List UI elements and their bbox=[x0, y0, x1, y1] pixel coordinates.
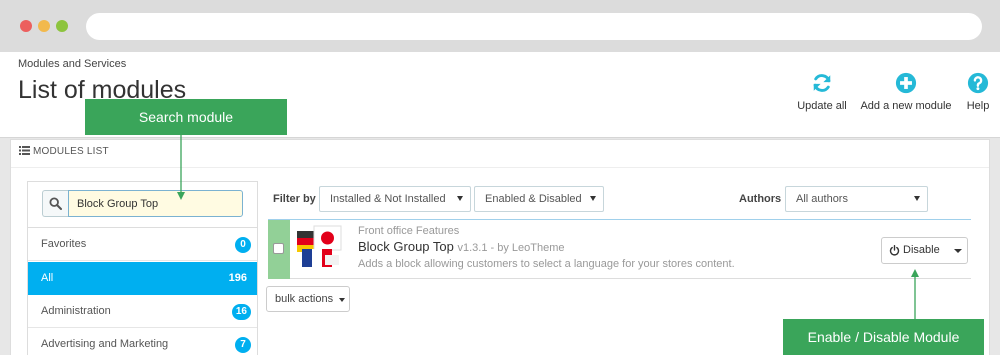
category-item-favorites[interactable]: Favorites 0 bbox=[28, 228, 257, 261]
search-addon[interactable] bbox=[42, 190, 68, 217]
module-logo-icon bbox=[297, 225, 342, 267]
category-label: Advertising and Marketing bbox=[41, 338, 169, 350]
window-minimize-dot[interactable] bbox=[38, 20, 50, 32]
category-item-all[interactable]: All 196 bbox=[28, 262, 257, 295]
address-bar[interactable] bbox=[86, 13, 982, 40]
category-item-administration[interactable]: Administration 16 bbox=[28, 295, 257, 328]
help-label: Help bbox=[966, 100, 990, 112]
module-tab: Front office Features bbox=[358, 225, 460, 237]
bulk-actions-button[interactable]: bulk actions bbox=[266, 286, 350, 312]
install-status-value: Installed & Not Installed bbox=[330, 193, 446, 205]
module-name: Block Group Top v1.3.1 - by LeoTheme bbox=[358, 239, 565, 254]
filter-by-label: Filter by bbox=[273, 193, 316, 205]
category-label: Favorites bbox=[41, 238, 87, 250]
add-new-module-button[interactable]: Add a new module bbox=[857, 72, 955, 112]
disable-button[interactable]: Disable bbox=[881, 237, 968, 264]
enable-status-value: Enabled & Disabled bbox=[485, 193, 582, 205]
breadcrumb[interactable]: Modules and Services bbox=[18, 58, 126, 70]
window-maximize-dot[interactable] bbox=[56, 20, 68, 32]
question-circle-icon bbox=[967, 72, 989, 94]
enable-disable-callout: Enable / Disable Module bbox=[783, 319, 984, 355]
search-module-callout: Search module bbox=[85, 99, 287, 135]
chevron-down-icon bbox=[914, 196, 920, 201]
category-item-advertising-and-marketing[interactable]: Advertising and Marketing 7 bbox=[28, 328, 257, 355]
module-checkbox[interactable] bbox=[273, 243, 284, 254]
browser-chrome bbox=[0, 0, 1000, 52]
category-list: Favorites 0 All 196 Administration 16 Ad… bbox=[27, 181, 258, 355]
plus-circle-icon bbox=[895, 72, 917, 94]
update-all-label: Update all bbox=[797, 100, 847, 112]
module-version-author: v1.3.1 - by LeoTheme bbox=[457, 242, 565, 254]
panel-heading: MODULES LIST bbox=[19, 146, 109, 157]
search-module-input[interactable] bbox=[68, 190, 243, 217]
category-label: Administration bbox=[41, 305, 111, 317]
category-count-badge: 0 bbox=[235, 237, 251, 253]
panel-divider bbox=[11, 167, 989, 168]
refresh-icon bbox=[813, 74, 831, 92]
disable-button-label: Disable bbox=[903, 244, 940, 256]
update-all-button[interactable]: Update all bbox=[793, 72, 851, 112]
list-icon bbox=[19, 146, 30, 155]
chevron-down-icon[interactable] bbox=[954, 249, 962, 253]
install-status-select[interactable]: Installed & Not Installed bbox=[319, 186, 471, 212]
enable-status-select[interactable]: Enabled & Disabled bbox=[474, 186, 604, 212]
power-icon bbox=[889, 245, 900, 256]
add-new-module-label: Add a new module bbox=[860, 100, 952, 112]
search-row bbox=[28, 182, 257, 228]
bulk-actions-label: bulk actions bbox=[275, 293, 334, 305]
module-row: Front office Features Block Group Top v1… bbox=[268, 219, 971, 279]
panel-heading-label: MODULES LIST bbox=[33, 146, 109, 157]
chevron-down-icon bbox=[339, 298, 345, 302]
authors-select[interactable]: All authors bbox=[785, 186, 928, 212]
category-label: All bbox=[41, 272, 54, 284]
chevron-down-icon bbox=[457, 196, 463, 201]
category-count-badge: 16 bbox=[231, 304, 251, 320]
module-title: Block Group Top bbox=[358, 239, 454, 254]
module-description: Adds a block allowing customers to selec… bbox=[358, 258, 735, 270]
authors-label: Authors bbox=[739, 193, 782, 205]
chevron-down-icon bbox=[590, 196, 596, 201]
window-close-dot[interactable] bbox=[20, 20, 32, 32]
category-count-badge: 7 bbox=[235, 337, 251, 353]
help-button[interactable]: Help bbox=[962, 72, 994, 112]
authors-value: All authors bbox=[796, 193, 848, 205]
enabled-status-cell bbox=[268, 220, 290, 279]
search-icon bbox=[49, 197, 62, 210]
category-count: 196 bbox=[228, 272, 247, 284]
